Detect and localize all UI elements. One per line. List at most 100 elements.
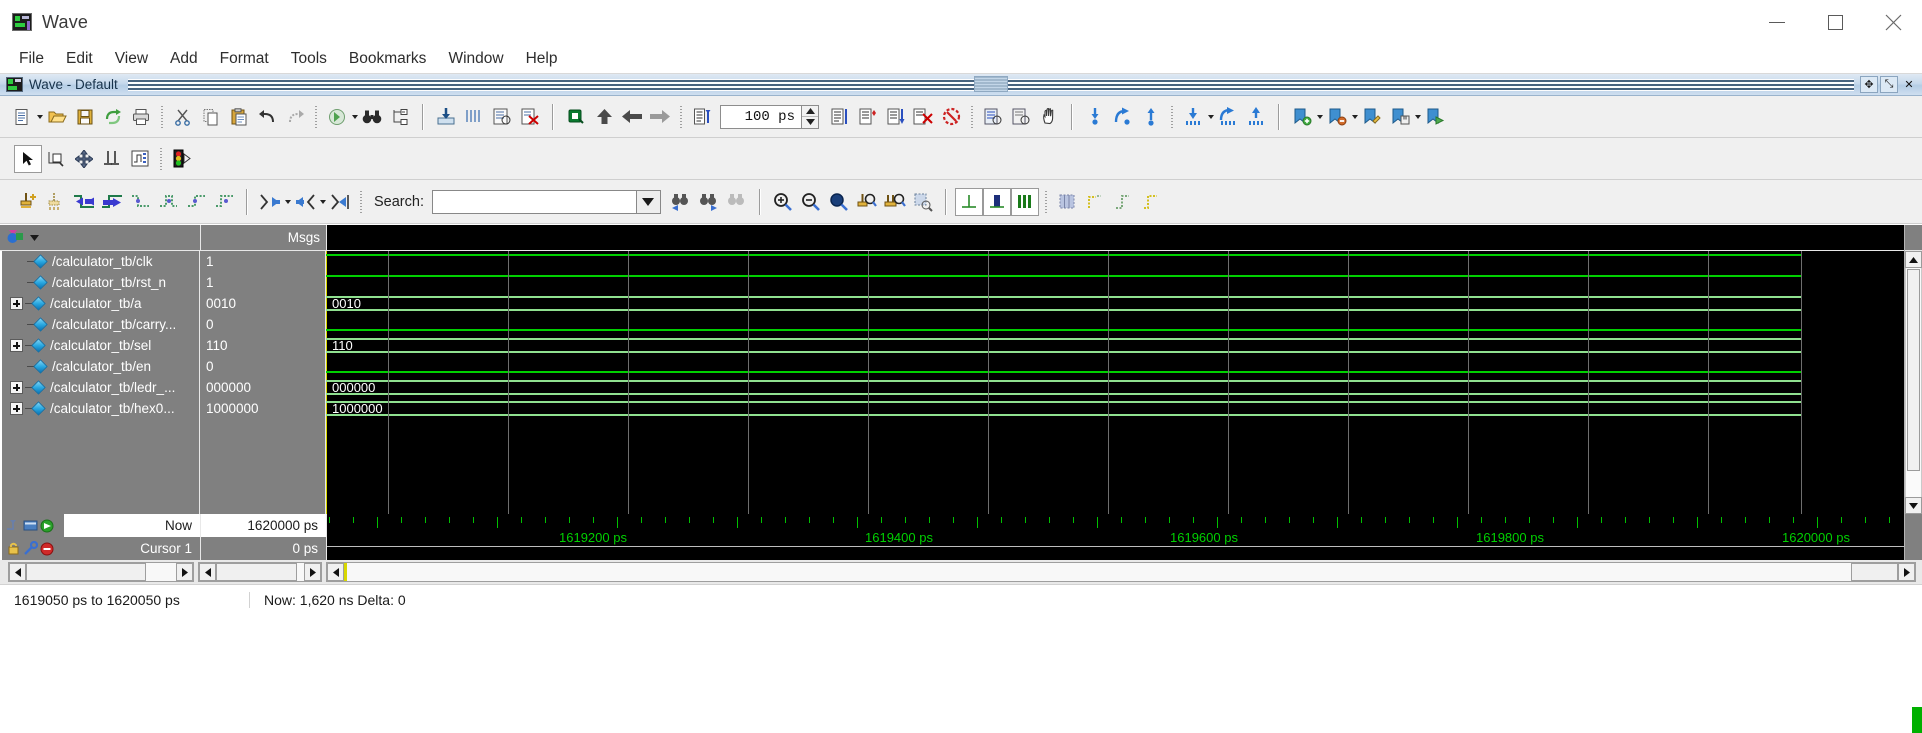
new-file-button[interactable] [8,103,36,131]
search-input[interactable] [432,190,637,214]
edit-mode-button[interactable] [126,145,154,173]
find-next-rising-button[interactable] [210,188,238,216]
menu-bookmarks[interactable]: Bookmarks [338,46,438,72]
wave-format-pulse-button[interactable] [983,188,1011,216]
signal-row[interactable]: /calculator_tb/carry... [2,314,199,335]
pane-drag-grip[interactable] [128,79,1854,91]
prev-transition-button[interactable] [70,188,98,216]
find-button[interactable] [358,103,386,131]
signal-row[interactable]: /calculator_tb/clk [2,251,199,272]
signal-filter-caret[interactable] [30,235,39,241]
menu-help[interactable]: Help [515,46,569,72]
wave-load-button[interactable] [432,103,460,131]
bookmark-remove-button[interactable] [1323,103,1351,131]
wave-zoom-tool-button[interactable] [979,103,1007,131]
bookmark-edit-button[interactable] [1358,103,1386,131]
zoom-out-button[interactable] [797,188,825,216]
menu-window[interactable]: Window [437,46,514,72]
cursor-row-1[interactable]: Cursor 1 [2,537,200,560]
expand-icon[interactable] [10,297,23,310]
run-continue-button[interactable] [590,103,618,131]
search-dropdown-button[interactable] [637,190,661,214]
redo-button[interactable] [281,103,309,131]
menu-file[interactable]: File [8,46,55,72]
signal-filter-icon[interactable] [6,229,26,246]
run-length-button[interactable] [688,103,716,131]
find-prev-rising-button[interactable] [182,188,210,216]
now-marker-icon[interactable] [6,518,21,533]
wave-grid-button[interactable] [1053,188,1081,216]
menu-view[interactable]: View [104,46,159,72]
spinner-down-icon[interactable] [802,117,818,128]
wave-hscrollbar[interactable] [326,562,1916,582]
cursor-mode-button[interactable] [98,145,126,173]
search-find-prev-button[interactable] [667,188,695,216]
waveform-canvas[interactable]: 00101100000001000000 [326,251,1904,514]
pane-grip-handle[interactable] [974,76,1008,92]
wave-marker-1-button[interactable] [1081,188,1109,216]
wave-scroll-track[interactable] [344,563,1898,581]
cursor-pane-icon[interactable] [23,518,38,533]
restart-button[interactable] [825,103,853,131]
names-scroll-right[interactable] [176,563,193,581]
find-transition-curve-button[interactable] [1214,103,1242,131]
zoom-cursor-button[interactable] [853,188,881,216]
signal-row[interactable]: /calculator_tb/a [2,293,199,314]
search-prev-button[interactable] [256,188,284,216]
find-next-transition-button[interactable] [1242,103,1270,131]
zoom-mode-button[interactable] [42,145,70,173]
values-scroll-right[interactable] [304,563,321,581]
delete-dataset-button[interactable] [516,103,544,131]
select-mode-button[interactable] [14,145,42,173]
breakpoint-traffic-button[interactable] [168,145,196,173]
wave-vertical-scrollbar[interactable] [1904,225,1922,514]
names-scroll-track[interactable] [26,563,176,581]
search-clear-button[interactable] [723,188,751,216]
names-scroll-left[interactable] [9,563,26,581]
step-back-button[interactable] [618,103,646,131]
structure-button[interactable] [386,103,414,131]
paste-button[interactable] [225,103,253,131]
wave-scroll-left[interactable] [327,563,344,581]
cursor-up-button[interactable] [1137,103,1165,131]
compile-button[interactable] [323,103,351,131]
values-scroll-left[interactable] [199,563,216,581]
signal-row[interactable]: /calculator_tb/hex0... [2,398,199,419]
maximize-button[interactable] [1806,0,1864,44]
search-expand-button[interactable] [326,188,354,216]
cursor-jump-button[interactable] [1109,103,1137,131]
delete-cursor-red-icon[interactable] [40,542,54,556]
step-forward-button[interactable] [646,103,674,131]
close-button[interactable] [1864,0,1922,44]
save-button[interactable] [71,103,99,131]
undo-button[interactable] [253,103,281,131]
wave-marker-2-button[interactable] [1109,188,1137,216]
lock-icon[interactable] [6,541,21,556]
delete-cursor-button[interactable] [42,188,70,216]
zoom-region-select-button[interactable] [909,188,937,216]
spinner-up-icon[interactable] [802,106,818,118]
bookmark-add-button[interactable] [1288,103,1316,131]
menu-edit[interactable]: Edit [55,46,104,72]
menu-add[interactable]: Add [159,46,209,72]
insert-cursor-button[interactable] [1081,103,1109,131]
find-next-falling-button[interactable] [154,188,182,216]
wrench-icon[interactable] [23,541,38,556]
print-button[interactable] [127,103,155,131]
wave-scan-button[interactable] [1007,103,1035,131]
pan-mode-button[interactable] [70,145,98,173]
scroll-track[interactable] [1905,268,1922,497]
wave-format-bars-button[interactable] [1011,188,1039,216]
zoom-between-cursors-button[interactable] [881,188,909,216]
signal-row[interactable]: /calculator_tb/ledr_... [2,377,199,398]
run-button[interactable] [562,103,590,131]
pane-close-button[interactable]: ✕ [1900,76,1918,93]
names-hscrollbar[interactable] [8,562,194,582]
expand-icon[interactable] [10,381,23,394]
scroll-thumb[interactable] [1907,269,1920,471]
step-remove-button[interactable] [909,103,937,131]
bookmark-goto-button[interactable] [1421,103,1449,131]
wave-compare-button[interactable] [460,103,488,131]
run-length-field[interactable]: 100 ps [720,105,802,129]
wave-format-single-button[interactable] [955,188,983,216]
